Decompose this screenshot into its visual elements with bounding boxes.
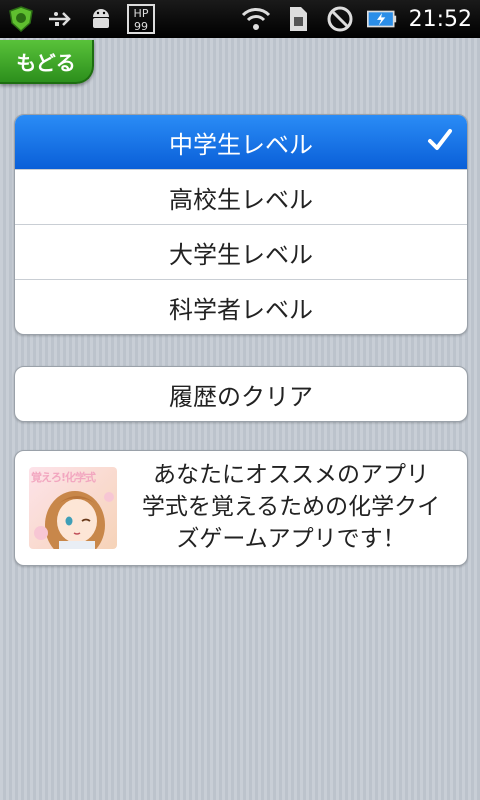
- svg-text:HP: HP: [134, 7, 149, 20]
- level-item-label: 大学生レベル: [169, 240, 313, 269]
- level-item-junior-high[interactable]: 中学生レベル: [15, 115, 467, 170]
- wifi-icon: [241, 4, 271, 34]
- ad-line-3: ズゲームアプリです！: [176, 526, 406, 552]
- back-button[interactable]: もどる: [0, 40, 94, 84]
- level-item-label: 中学生レベル: [169, 130, 313, 159]
- clear-history-button[interactable]: 履歴のクリア: [15, 367, 467, 421]
- svg-text:99: 99: [134, 20, 148, 33]
- level-item-label: 科学者レベル: [169, 295, 313, 324]
- battery-icon: [366, 4, 397, 34]
- app-thumbnail-title: 覚えろ!化学式: [31, 471, 96, 484]
- no-signal-icon: [325, 4, 355, 34]
- recommended-app-banner[interactable]: 覚えろ!化学式 あなたにオススメのアプリ 学式を覚えるための化学クイ ズゲームア…: [14, 450, 468, 566]
- shield-icon: [6, 4, 36, 34]
- ad-line-2: 学式を覚えるための化学クイ: [141, 494, 441, 520]
- level-item-scientist[interactable]: 科学者レベル: [15, 280, 467, 334]
- recommended-app-text: あなたにオススメのアプリ 学式を覚えるための化学クイ ズゲームアプリです！: [119, 459, 463, 555]
- hp-widget-icon: HP 99: [126, 4, 156, 34]
- level-item-high-school[interactable]: 高校生レベル: [15, 170, 467, 225]
- checkmark-icon: [428, 129, 452, 150]
- level-item-label: 高校生レベル: [169, 185, 313, 214]
- level-list: 中学生レベル 高校生レベル 大学生レベル 科学者レベル: [14, 114, 468, 335]
- clear-history-group: 履歴のクリア: [14, 366, 468, 422]
- sim-icon: [283, 4, 313, 34]
- app-thumbnail: 覚えろ!化学式: [29, 467, 117, 549]
- usb-icon: [46, 4, 76, 34]
- level-item-university[interactable]: 大学生レベル: [15, 225, 467, 280]
- status-bar: HP 99 21:52: [0, 0, 480, 38]
- back-button-label: もどる: [16, 50, 76, 75]
- android-icon: [86, 4, 116, 34]
- ad-line-1: あなたにオススメのアプリ: [153, 462, 429, 488]
- clear-history-label: 履歴のクリア: [169, 382, 313, 411]
- clock: 21:52: [408, 6, 472, 32]
